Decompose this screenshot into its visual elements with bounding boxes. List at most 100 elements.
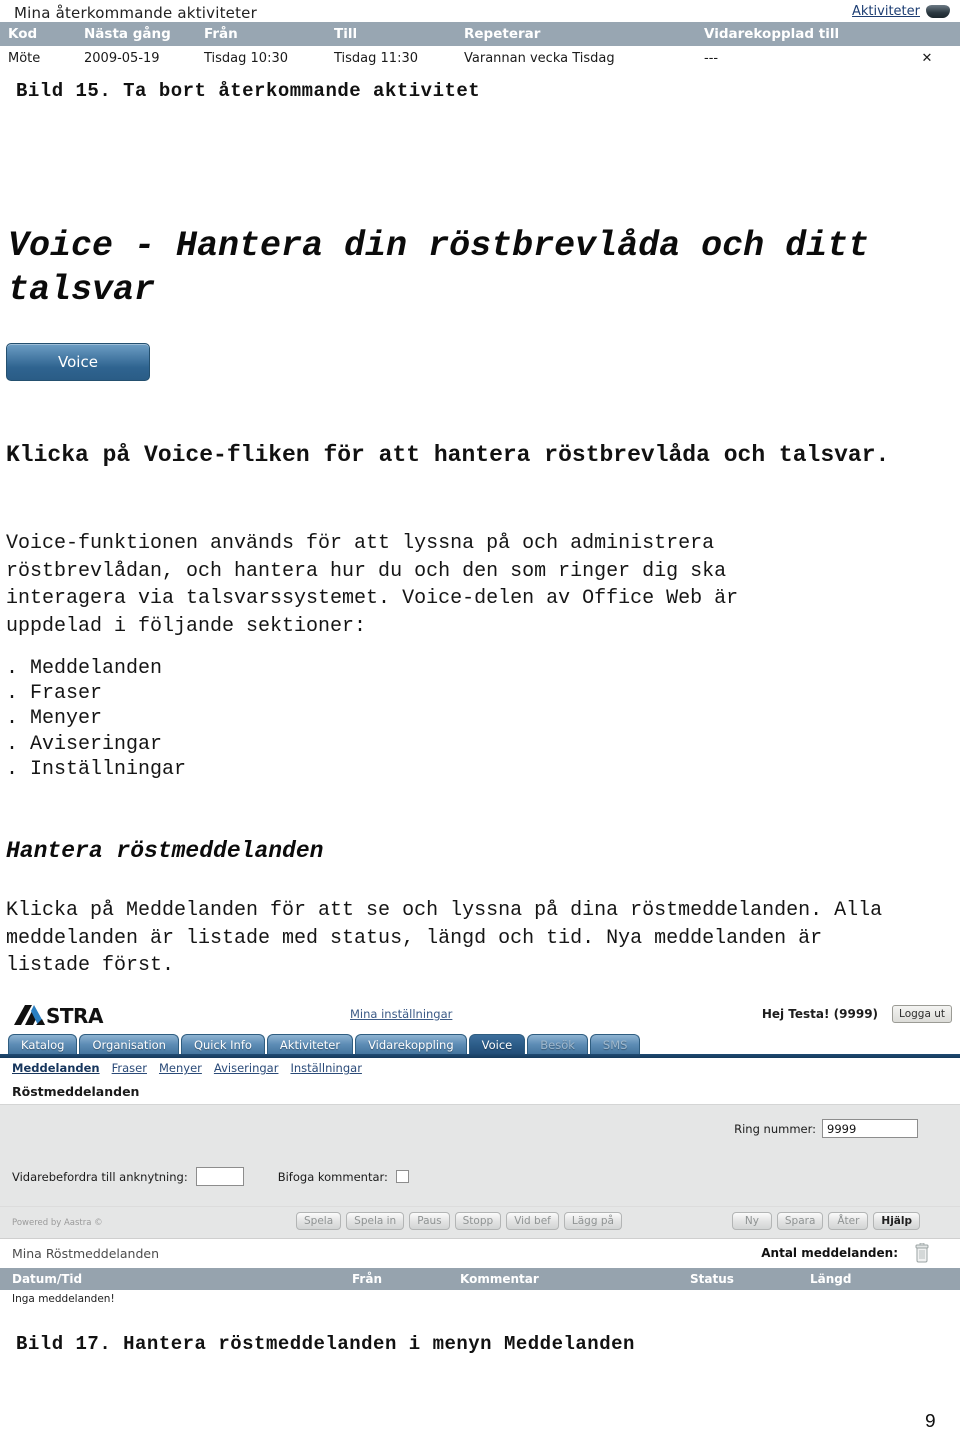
lead-paragraph: Klicka på Voice-fliken för att hantera r… [6, 442, 890, 468]
svg-text:STRA: STRA [46, 1004, 104, 1027]
trash-icon[interactable] [914, 1242, 930, 1264]
cell-nasta-gang: 2009-05-19 [76, 46, 196, 70]
page-title: Voice - Hantera din röstbrevlåda och dit… [8, 226, 870, 310]
activities-title: Mina återkommande aktiviteter [14, 4, 257, 22]
voicemail-form-panel: Ring nummer: Vidarebefordra till anknytn… [0, 1104, 960, 1206]
empty-state-text: Inga meddelanden! [0, 1290, 960, 1308]
ring-nummer-input[interactable] [822, 1119, 918, 1138]
officeweb-header: STRA Mina inställningar Hej Testa! (9999… [0, 998, 960, 1034]
subnav-item-menyer[interactable]: Menyer [159, 1061, 202, 1075]
tab-sms: SMS [589, 1034, 641, 1056]
tab-voice[interactable]: Voice [468, 1034, 526, 1056]
tab-organisation[interactable]: Organisation [79, 1034, 179, 1056]
page-number: 9 [924, 1411, 936, 1433]
ring-nummer-label: Ring nummer: [734, 1121, 816, 1136]
ny-button[interactable]: Ny [731, 1212, 772, 1230]
col-fran: Från [196, 22, 326, 46]
activities-header-right: Aktiviteter [852, 4, 950, 19]
section-heading: Hantera röstmeddelanden [6, 838, 324, 864]
section-title-rostmeddelanden: Röstmeddelanden [12, 1084, 140, 1099]
greeting-text: Hej Testa! (9999) [761, 1007, 879, 1021]
tab-list: Katalog Organisation Quick Info Aktivite… [0, 1034, 960, 1056]
mina-installningar-wrap: Mina inställningar [350, 1005, 452, 1023]
messages-header-row: Datum/Tid Från Kommentar Status Längd [0, 1268, 960, 1290]
ring-nummer-group: Ring nummer: [734, 1119, 918, 1138]
cell-vidarekopplad-till: --- [696, 46, 886, 70]
cell-fran: Tisdag 10:30 [196, 46, 326, 70]
media-button-group: Spela Spela in Paus Stopp Vid bef Lägg p… [296, 1212, 622, 1230]
list-item: . Inställningar [6, 757, 187, 781]
recurring-activities-table: Kod Nästa gång Från Till Repeterar Vidar… [0, 22, 960, 70]
col-vidarekopplad-till: Vidarekopplad till [696, 22, 886, 46]
tab-quick-info[interactable]: Quick Info [180, 1034, 265, 1056]
cell-kod: Möte [0, 46, 76, 70]
empty-state-row: Inga meddelanden! [0, 1290, 960, 1308]
col-langd: Längd [798, 1268, 960, 1290]
figure-caption-17: Bild 17. Hantera röstmeddelanden i menyn… [16, 1333, 635, 1355]
officeweb-user-area: Hej Testa! (9999) Logga ut [762, 1005, 952, 1023]
logout-button[interactable]: Logga ut [892, 1005, 952, 1023]
body-paragraph-1: Voice-funktionen används för att lyssna … [6, 532, 739, 638]
my-messages-title: Mina Röstmeddelanden [12, 1246, 160, 1261]
delete-activity-icon[interactable]: ✕ [886, 46, 960, 70]
tab-vidarekoppling[interactable]: Vidarekoppling [355, 1034, 467, 1056]
subnav-item-fraser[interactable]: Fraser [112, 1061, 147, 1075]
activities-screenshot: Mina återkommande aktiviteter Aktivitete… [0, 0, 960, 80]
list-item: . Fraser [6, 682, 103, 706]
col-actions [886, 22, 960, 46]
body-paragraph-2: Klicka på Meddelanden för att se och lys… [6, 899, 883, 978]
col-kommentar: Kommentar [448, 1268, 678, 1290]
cell-repeterar: Varannan vecka Tisdag [456, 46, 696, 70]
col-status: Status [678, 1268, 798, 1290]
tab-besok: Besök [527, 1034, 588, 1056]
paus-button[interactable]: Paus [409, 1212, 450, 1230]
lagg-pa-button[interactable]: Lägg på [563, 1212, 622, 1230]
sections-list: . Meddelanden . Fraser . Menyer . Aviser… [6, 656, 186, 782]
voice-tab-image: Voice [6, 343, 150, 381]
col-repeterar: Repeterar [456, 22, 696, 46]
activities-link[interactable]: Aktiviteter [852, 4, 920, 19]
col-till: Till [326, 22, 456, 46]
tabbar-underline [0, 1054, 960, 1058]
vidarebefordra-input[interactable] [195, 1167, 244, 1186]
vidarebefordra-label: Vidarebefordra till anknytning: [12, 1169, 188, 1184]
subnav-item-meddelanden[interactable]: Meddelanden [12, 1061, 100, 1075]
spela-in-button[interactable]: Spela in [346, 1212, 405, 1230]
figure-caption-15: Bild 15. Ta bort återkommande aktivitet [16, 80, 481, 102]
tab-collapse-icon[interactable] [926, 5, 950, 18]
hjalp-button[interactable]: Hjälp [873, 1212, 920, 1230]
powered-by-text: Powered by Aastra © [12, 1218, 103, 1228]
mina-installningar-link[interactable]: Mina inställningar [350, 1007, 452, 1021]
aastra-logo: STRA [12, 1002, 140, 1028]
voice-subnav: Meddelanden Fraser Menyer Aviseringar In… [0, 1058, 960, 1078]
col-fran: Från [340, 1268, 448, 1290]
col-datum-tid: Datum/Tid [0, 1268, 340, 1290]
subnav-item-aviseringar[interactable]: Aviseringar [214, 1061, 279, 1075]
main-tabbar: Katalog Organisation Quick Info Aktivite… [0, 1034, 960, 1058]
bifoga-kommentar-checkbox[interactable] [395, 1170, 409, 1183]
spara-button[interactable]: Spara [776, 1212, 824, 1230]
ater-button[interactable]: Åter [828, 1212, 869, 1230]
table-header-row: Kod Nästa gång Från Till Repeterar Vidar… [0, 22, 960, 46]
bifoga-kommentar-label: Bifoga kommentar: [277, 1169, 388, 1184]
my-messages-bar: Mina Röstmeddelanden Antal meddelanden: [0, 1238, 960, 1268]
action-button-group: Ny Spara Åter Hjälp [731, 1212, 920, 1230]
list-item: . Meddelanden [6, 657, 163, 680]
col-nasta-gang: Nästa gång [76, 22, 196, 46]
message-count-label: Antal meddelanden: [761, 1246, 898, 1260]
tab-katalog[interactable]: Katalog [8, 1034, 78, 1056]
stopp-button[interactable]: Stopp [454, 1212, 502, 1230]
vidarebefordra-button[interactable]: Vid bef [506, 1212, 559, 1230]
subnav-item-installningar[interactable]: Inställningar [290, 1061, 361, 1075]
voicemail-button-bar: Powered by Aastra © Spela Spela in Paus … [0, 1206, 960, 1238]
tab-aktiviteter[interactable]: Aktiviteter [266, 1034, 354, 1056]
voicemail-messages-table: Datum/Tid Från Kommentar Status Längd In… [0, 1268, 960, 1308]
spela-button[interactable]: Spela [296, 1212, 342, 1230]
list-item: . Menyer [6, 707, 103, 731]
officeweb-screenshot: STRA Mina inställningar Hej Testa! (9999… [0, 998, 960, 1308]
list-item: . Aviseringar [6, 732, 163, 756]
cell-till: Tisdag 11:30 [326, 46, 456, 70]
table-row[interactable]: Möte 2009-05-19 Tisdag 10:30 Tisdag 11:3… [0, 46, 960, 70]
col-kod: Kod [0, 22, 76, 46]
forward-group: Vidarebefordra till anknytning: Bifoga k… [12, 1167, 409, 1186]
